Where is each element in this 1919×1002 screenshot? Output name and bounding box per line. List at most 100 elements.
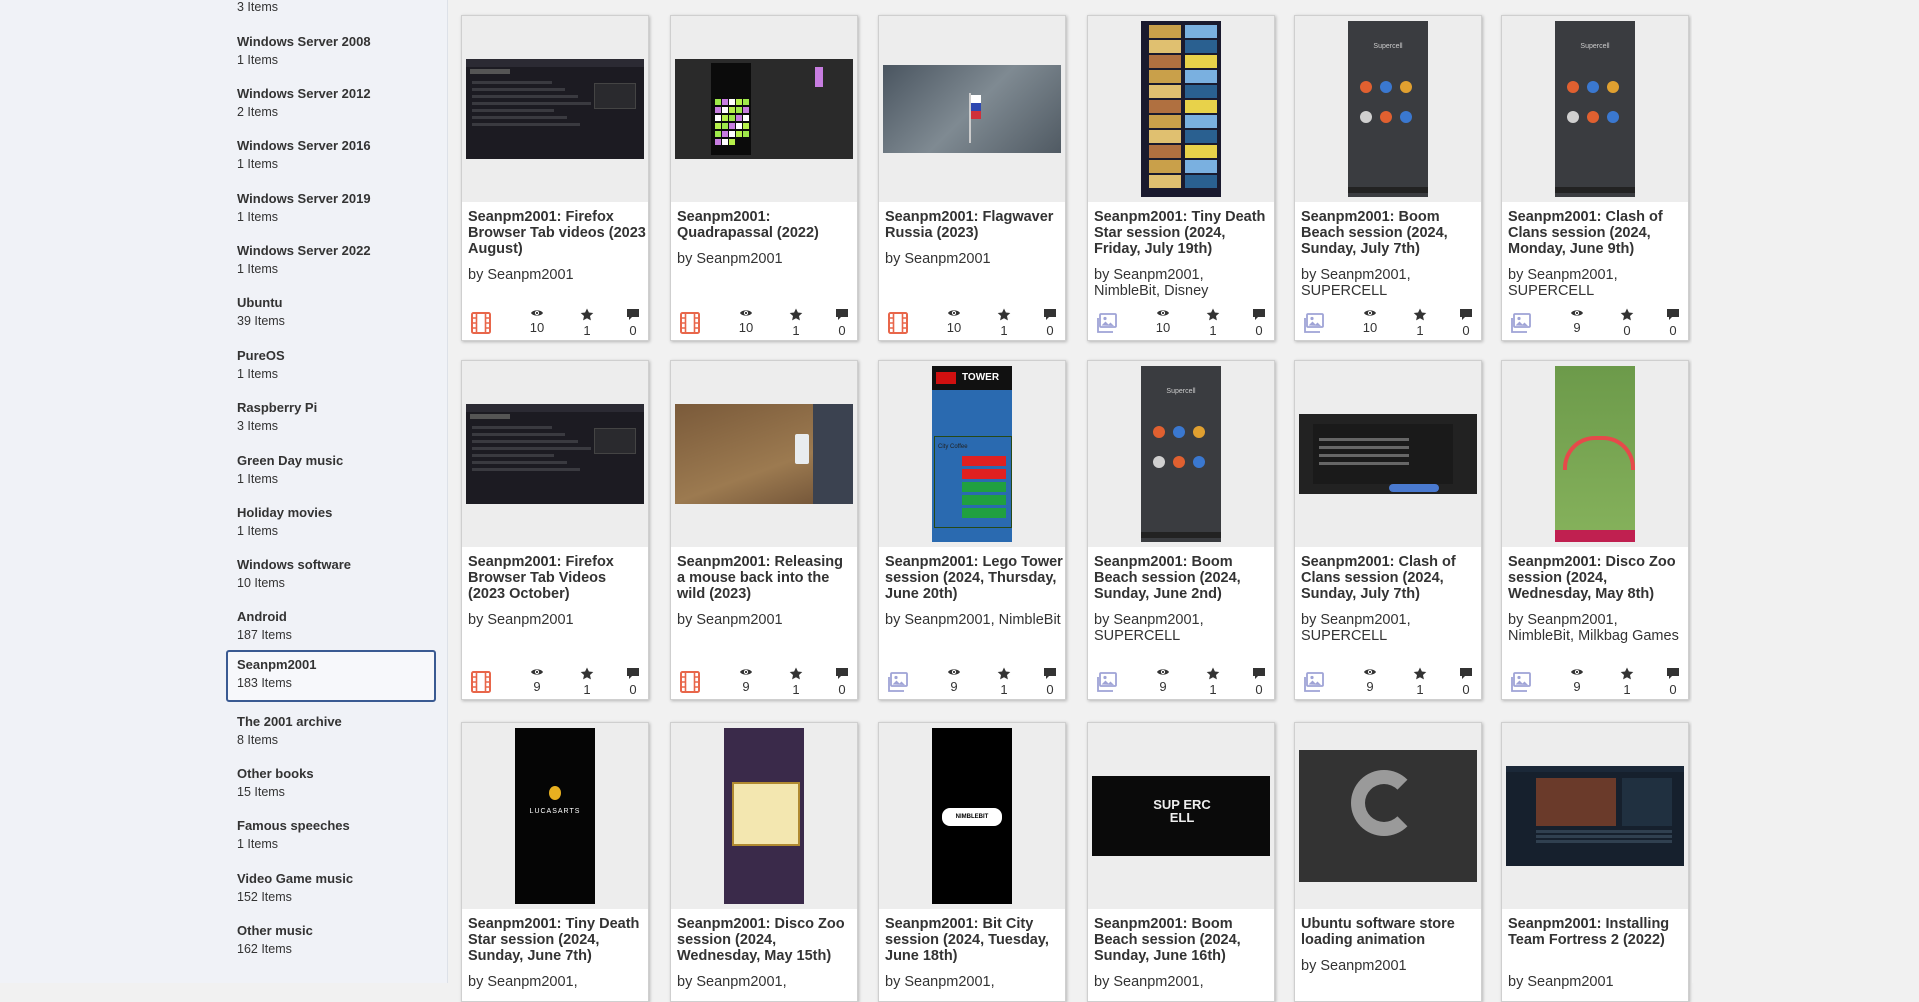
result-title[interactable]: Seanpm2001: Tiny Death Star session (202… bbox=[1094, 209, 1272, 257]
result-card[interactable]: Seanpm2001: Flagwaver Russia (2023) by Se… bbox=[878, 15, 1066, 341]
views-count: 10 bbox=[738, 320, 754, 335]
result-thumbnail[interactable] bbox=[879, 16, 1065, 202]
comment-icon bbox=[1451, 667, 1481, 680]
result-title[interactable]: Seanpm2001: Firefox Browser Tab Videos (… bbox=[468, 554, 646, 602]
eye-icon bbox=[939, 308, 969, 318]
favorites-stat: 1 bbox=[572, 308, 602, 338]
result-card[interactable]: Seanpm2001: Clash of Clans session (2024… bbox=[1294, 360, 1482, 700]
sidebar-collection-item[interactable]: Video Game music 152 Items bbox=[226, 864, 436, 916]
collection-count: 10 Items bbox=[237, 576, 285, 590]
result-title[interactable]: Seanpm2001: Quadrapassal (2022) bbox=[677, 209, 855, 241]
result-title[interactable]: Seanpm2001: Boom Beach session (2024, Su… bbox=[1094, 916, 1272, 964]
result-title[interactable]: Ubuntu software store loading animation bbox=[1301, 916, 1479, 948]
result-card[interactable]: Supercell Seanpm2001: Clash of Clans sess… bbox=[1501, 15, 1689, 341]
result-stats: 10 1 0 bbox=[879, 308, 1065, 340]
result-thumbnail[interactable] bbox=[1502, 723, 1688, 909]
sidebar-collection-item[interactable]: Windows Server 2016 1 Items bbox=[226, 131, 436, 183]
result-thumbnail[interactable]: Supercell bbox=[1502, 16, 1688, 202]
sidebar-collection-item[interactable]: Other books 15 Items bbox=[226, 759, 436, 811]
favorites-count: 1 bbox=[792, 323, 800, 338]
collection-name: Raspberry Pi bbox=[237, 400, 318, 415]
result-title[interactable]: Seanpm2001: Releasing a mouse back into … bbox=[677, 554, 855, 602]
result-card[interactable]: Make you zoo money105,353 Seanpm2001: Dis… bbox=[670, 722, 858, 1002]
sidebar-collection-item[interactable]: Holiday movies 1 Items bbox=[226, 498, 436, 550]
result-card[interactable]: SUP ERC ELL Seanpm2001: Boom Beach sessio… bbox=[1087, 722, 1275, 1002]
sidebar-collection-item[interactable]: Seanpm2001 183 Items bbox=[226, 650, 436, 702]
result-thumbnail[interactable]: Supercell bbox=[1088, 361, 1274, 547]
sidebar-collection-item[interactable]: Famous speeches 1 Items bbox=[226, 811, 436, 863]
sidebar-collection-item[interactable]: Windows Server 2019 1 Items bbox=[226, 184, 436, 236]
result-card[interactable]: Seanpm2001: Firefox Browser Tab videos (… bbox=[461, 15, 649, 341]
sidebar-collection-item[interactable]: The 2001 archive 8 Items bbox=[226, 707, 436, 759]
star-icon bbox=[1612, 308, 1642, 321]
result-title[interactable]: Seanpm2001: Firefox Browser Tab videos (… bbox=[468, 209, 646, 257]
result-card[interactable]: TOWERCity Coffee Seanpm2001: Lego Tower s… bbox=[878, 360, 1066, 700]
result-thumbnail[interactable]: SUP ERC ELL bbox=[1088, 723, 1274, 909]
result-thumbnail[interactable] bbox=[1088, 16, 1274, 202]
favorites-stat: 1 bbox=[1612, 667, 1642, 697]
result-title[interactable]: Seanpm2001: Disco Zoo session (2024, Wed… bbox=[1508, 554, 1686, 602]
sidebar-collection-item[interactable]: Raspberry Pi 3 Items bbox=[226, 393, 436, 445]
result-card[interactable]: LUCASARTS Seanpm2001: Tiny Death Star ses… bbox=[461, 722, 649, 1002]
views-count: 9 bbox=[533, 679, 541, 694]
favorites-count: 0 bbox=[1623, 323, 1631, 338]
eye-icon bbox=[939, 667, 969, 677]
sidebar-collection-item[interactable]: Windows Server 2022 1 Items bbox=[226, 236, 436, 288]
result-creator: by Seanpm2001 bbox=[1301, 958, 1407, 974]
result-thumbnail[interactable] bbox=[1502, 361, 1688, 547]
result-thumbnail[interactable]: NIMBLEBIT bbox=[879, 723, 1065, 909]
result-thumbnail[interactable]: Make you zoo money105,353 bbox=[671, 723, 857, 909]
comments-count: 0 bbox=[838, 682, 846, 697]
result-title[interactable]: Seanpm2001: Boom Beach session (2024, Su… bbox=[1301, 209, 1479, 257]
result-thumbnail[interactable]: TOWERCity Coffee bbox=[879, 361, 1065, 547]
result-thumbnail[interactable]: Supercell bbox=[1295, 16, 1481, 202]
sidebar-collection-item[interactable]: Other music 162 Items bbox=[226, 916, 436, 968]
result-creator: by Seanpm2001 bbox=[468, 612, 574, 628]
result-thumbnail[interactable]: LUCASARTS bbox=[462, 723, 648, 909]
sidebar-collection-item[interactable]: Android 187 Items bbox=[226, 602, 436, 654]
result-thumbnail[interactable] bbox=[1295, 361, 1481, 547]
sidebar-collection-item[interactable]: PureOS 1 Items bbox=[226, 341, 436, 393]
result-title[interactable]: Seanpm2001: Clash of Clans session (2024… bbox=[1301, 554, 1479, 602]
result-title[interactable]: Seanpm2001: Boom Beach session (2024, Su… bbox=[1094, 554, 1272, 602]
sidebar-collection-item[interactable]: Windows software 10 Items bbox=[226, 550, 436, 602]
result-card[interactable]: Seanpm2001: Firefox Browser Tab Videos (… bbox=[461, 360, 649, 700]
result-thumbnail[interactable] bbox=[671, 361, 857, 547]
collection-count: 162 Items bbox=[237, 942, 292, 956]
favorites-count: 1 bbox=[583, 323, 591, 338]
results-grid: Seanpm2001: Firefox Browser Tab videos (… bbox=[449, 0, 1689, 1002]
result-card[interactable]: Seanpm2001: Tiny Death Star session (202… bbox=[1087, 15, 1275, 341]
result-card[interactable]: Ubuntu software store loading animation b… bbox=[1294, 722, 1482, 1002]
result-thumbnail[interactable] bbox=[462, 16, 648, 202]
image-icon bbox=[1096, 671, 1118, 693]
result-title[interactable]: Seanpm2001: Tiny Death Star session (202… bbox=[468, 916, 646, 964]
result-thumbnail[interactable] bbox=[671, 16, 857, 202]
result-card[interactable]: Seanpm2001: Installing Team Fortress 2 (… bbox=[1501, 722, 1689, 1002]
sidebar-collection-item[interactable]: Ubuntu 39 Items bbox=[226, 288, 436, 340]
sidebar-collection-item[interactable]: Windows Server 2012 2 Items bbox=[226, 79, 436, 131]
result-title[interactable]: Seanpm2001: Bit City session (2024, Tues… bbox=[885, 916, 1063, 964]
sidebar-collection-item[interactable]: Windows Server 2008 1 Items bbox=[226, 27, 436, 79]
favorites-stat: 1 bbox=[1405, 667, 1435, 697]
result-title[interactable]: Seanpm2001: Lego Tower session (2024, Th… bbox=[885, 554, 1063, 602]
result-thumbnail[interactable] bbox=[462, 361, 648, 547]
sidebar-collection-item[interactable]: Green Day music 1 Items bbox=[226, 446, 436, 498]
result-title[interactable]: Seanpm2001: Flagwaver Russia (2023) bbox=[885, 209, 1063, 241]
result-thumbnail[interactable] bbox=[1295, 723, 1481, 909]
result-title[interactable]: Seanpm2001: Installing Team Fortress 2 (… bbox=[1508, 916, 1686, 948]
result-card[interactable]: Seanpm2001: Disco Zoo session (2024, Wed… bbox=[1501, 360, 1689, 700]
film-icon bbox=[887, 312, 909, 334]
result-card[interactable]: Supercell Seanpm2001: Boom Beach session … bbox=[1087, 360, 1275, 700]
result-title[interactable]: Seanpm2001: Disco Zoo session (2024, Wed… bbox=[677, 916, 855, 964]
collection-count: 1 Items bbox=[237, 262, 278, 276]
result-stats: 10 1 0 bbox=[1295, 308, 1481, 340]
collection-count: 183 Items bbox=[237, 676, 292, 690]
result-stats: 10 1 0 bbox=[462, 308, 648, 340]
result-card[interactable]: Seanpm2001: Quadrapassal (2022) by Seanpm… bbox=[670, 15, 858, 341]
result-title[interactable]: Seanpm2001: Clash of Clans session (2024… bbox=[1508, 209, 1686, 257]
result-creator: by Seanpm2001, bbox=[885, 974, 995, 990]
result-card[interactable]: Supercell Seanpm2001: Boom Beach session … bbox=[1294, 15, 1482, 341]
result-creator: by Seanpm2001 bbox=[677, 612, 783, 628]
result-card[interactable]: Seanpm2001: Releasing a mouse back into … bbox=[670, 360, 858, 700]
result-card[interactable]: NIMBLEBIT Seanpm2001: Bit City session (2… bbox=[878, 722, 1066, 1002]
